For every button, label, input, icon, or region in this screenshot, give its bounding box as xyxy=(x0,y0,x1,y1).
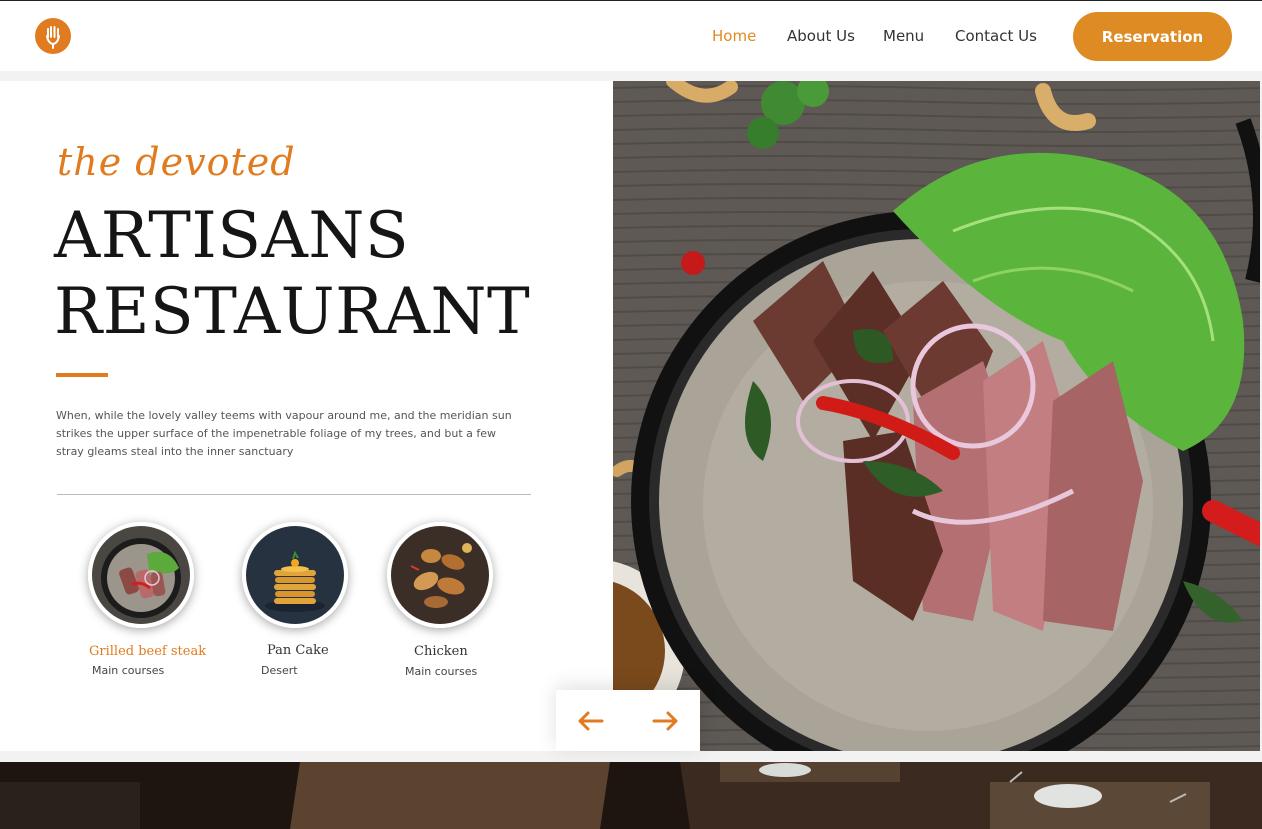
steak-image xyxy=(92,526,190,624)
hero-tagline: the devoted xyxy=(57,140,296,184)
slider-controls xyxy=(556,690,700,751)
nav-home[interactable]: Home xyxy=(712,27,756,45)
dish-name[interactable]: Grilled beef steak xyxy=(89,644,206,659)
nav-about-us[interactable]: About Us xyxy=(787,27,855,45)
arrow-right-icon xyxy=(652,711,678,731)
dish-category: Main courses xyxy=(405,665,478,678)
hand-fork-icon xyxy=(46,26,60,49)
dish-name[interactable]: Pan Cake xyxy=(267,643,329,658)
hero-description: When, while the lovely valley teems with… xyxy=(56,409,512,458)
dish-thumb-steak[interactable] xyxy=(88,522,194,628)
section-divider xyxy=(57,494,531,495)
dish-name[interactable]: Chicken xyxy=(414,644,468,659)
steak-plate-photo xyxy=(613,81,1260,751)
dish-thumb-chicken[interactable] xyxy=(387,522,493,628)
nav-menu[interactable]: Menu xyxy=(883,27,924,45)
nav-contact-us[interactable]: Contact Us xyxy=(955,27,1037,45)
pancake-image xyxy=(246,526,344,624)
site-header: Home About Us Menu Contact Us Reservatio… xyxy=(0,1,1262,71)
accent-divider xyxy=(56,373,108,377)
reservation-button[interactable]: Reservation xyxy=(1073,12,1232,61)
interior-image xyxy=(0,762,1262,829)
prev-button[interactable] xyxy=(574,704,608,738)
hero-dish-image xyxy=(613,81,1260,751)
dish-category: Desert xyxy=(261,664,298,677)
dish-thumb-pancake[interactable] xyxy=(242,522,348,628)
chicken-image xyxy=(391,526,489,624)
logo[interactable] xyxy=(35,18,71,54)
next-button[interactable] xyxy=(648,704,682,738)
hero-title-line2: RESTAURANT xyxy=(54,275,531,349)
arrow-left-icon xyxy=(578,711,604,731)
dish-category: Main courses xyxy=(92,664,165,677)
hero-title: ARTISANS RESTAURANT xyxy=(54,198,530,350)
restaurant-interior-photo xyxy=(0,762,1262,829)
hero-title-line1: ARTISANS xyxy=(54,199,410,273)
